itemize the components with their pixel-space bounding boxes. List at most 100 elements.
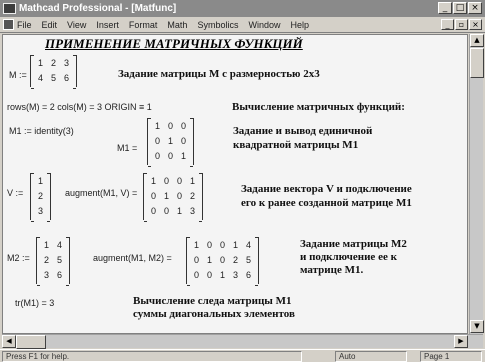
mathcad-app-icon[interactable] (3, 3, 16, 14)
matrix-augment-m1-m2[interactable]: 1 0 0 1 4 0 1 0 2 5 0 0 1 3 6 (186, 237, 259, 286)
matrix-cell: 1 (180, 151, 186, 161)
matrix-cell: 4 (245, 240, 251, 250)
matrix-cell: 1 (176, 206, 182, 216)
vertical-scrollbar[interactable]: ▲ ▼ (469, 34, 484, 334)
rows-cols-origin-expr[interactable]: rows(M) = 2 cols(M) = 3 ORIGIN ≡ 1 (7, 102, 152, 112)
doc-restore-button[interactable]: ▫ (455, 19, 468, 30)
menu-insert[interactable]: Insert (96, 20, 119, 30)
window-controls: _ □ × (438, 2, 482, 14)
block6-description-line1[interactable]: Вычисление следа матрицы M1 (133, 295, 292, 308)
matrix-cell: 1 (154, 121, 160, 131)
matrix-cell: 1 (167, 136, 173, 146)
matrix-cell: 1 (232, 240, 238, 250)
matrix-cell: 6 (56, 270, 62, 280)
close-button[interactable]: × (468, 2, 482, 14)
block6-description-line2[interactable]: суммы диагональных элементов (133, 308, 295, 321)
status-page-number: Page 1 (420, 351, 482, 362)
matrix-cell: 0 (176, 191, 182, 201)
matrix-cell: 0 (206, 270, 212, 280)
matrix-cell: 0 (163, 176, 169, 186)
matrix-cell: 1 (163, 191, 169, 201)
menu-edit[interactable]: Edit (42, 20, 58, 30)
block5-description-line3[interactable]: матрице M1. (300, 264, 363, 277)
menu-math[interactable]: Math (167, 20, 187, 30)
matrix-cell: 1 (189, 176, 195, 186)
vector-v[interactable]: 1 2 3 (30, 173, 51, 222)
matrix-cell: 0 (150, 191, 156, 201)
matrix-augment-m1-v[interactable]: 1 0 0 1 0 1 0 2 0 0 1 3 (143, 173, 203, 222)
trace-expr[interactable]: tr(M1) = 3 (15, 298, 54, 308)
document-controls: _ ▫ × (441, 19, 482, 30)
matrix-cell: 0 (154, 151, 160, 161)
menu-view[interactable]: View (67, 20, 86, 30)
menu-format[interactable]: Format (129, 20, 158, 30)
worksheet-canvas[interactable]: ПРИМЕНЕНИЕ МАТРИЧНЫХ ФУНКЦИЙ M := 1 2 3 … (2, 34, 468, 334)
menu-symbolics[interactable]: Symbolics (197, 20, 238, 30)
m2-definition-lhs[interactable]: M2 := (7, 253, 30, 263)
m1-output-lhs[interactable]: M1 = (117, 143, 137, 153)
block5-description-line1[interactable]: Задание матрицы M2 (300, 238, 407, 251)
document-icon[interactable] (3, 19, 14, 30)
matrix-cell: 0 (167, 151, 173, 161)
title-bar: Mathcad Professional - [Matfunc] _ □ × (0, 0, 485, 17)
block5-description-line2[interactable]: и подключение ее к (300, 251, 397, 264)
matrix-cell: 0 (167, 121, 173, 131)
matrix-cell: 1 (206, 255, 212, 265)
menu-window[interactable]: Window (248, 20, 280, 30)
augment-m1-m2-expr[interactable]: augment(M1, M2) = (93, 253, 172, 263)
horizontal-scroll-thumb[interactable] (16, 335, 46, 349)
augment-m1-v-expr[interactable]: augment(M1, V) = (65, 188, 137, 198)
matrix-cell: 1 (43, 240, 49, 250)
matrix-cell: 0 (154, 136, 160, 146)
matrix-cell: 1 (193, 240, 199, 250)
block4-description-line2[interactable]: его к ранее созданной матрице M1 (241, 197, 412, 210)
minimize-button[interactable]: _ (438, 2, 452, 14)
block3-description-line1[interactable]: Задание и вывод единичной (233, 125, 372, 138)
vector-cell: 2 (37, 191, 43, 201)
block2-description[interactable]: Вычисление матричных функций: (232, 101, 405, 114)
doc-close-button[interactable]: × (469, 19, 482, 30)
matrix-m1[interactable]: 1 0 0 0 1 0 0 0 1 (147, 118, 194, 167)
worksheet-heading[interactable]: ПРИМЕНЕНИЕ МАТРИЧНЫХ ФУНКЦИЙ (45, 36, 303, 52)
scroll-down-arrow-icon[interactable]: ▼ (470, 320, 484, 333)
matrix-cell: 0 (219, 255, 225, 265)
matrix-m[interactable]: 1 2 3 4 5 6 (30, 55, 77, 89)
scroll-left-arrow-icon[interactable]: ◀ (2, 335, 16, 348)
v-definition-lhs[interactable]: V := (7, 188, 23, 198)
m1-identity-expr[interactable]: M1 := identity(3) (9, 126, 74, 136)
window-title: Mathcad Professional - [Matfunc] (19, 3, 177, 14)
vertical-scroll-thumb[interactable] (470, 48, 484, 78)
horizontal-scrollbar[interactable]: ◀ ▶ (2, 334, 483, 349)
block1-description[interactable]: Задание матрицы M с размерностью 2x3 (118, 68, 320, 81)
status-help-text: Press F1 for help. (2, 351, 302, 362)
menu-bar: File Edit View Insert Format Math Symbol… (0, 17, 485, 33)
matrix-cell: 2 (189, 191, 195, 201)
matrix-cell: 1 (150, 176, 156, 186)
matrix-cell: 2 (232, 255, 238, 265)
status-calc-mode: Auto (335, 351, 407, 362)
menu-help[interactable]: Help (290, 20, 309, 30)
scroll-right-arrow-icon[interactable]: ▶ (454, 335, 468, 348)
matrix-m2[interactable]: 1 4 2 5 3 6 (36, 237, 70, 286)
matrix-cell: 0 (193, 255, 199, 265)
matrix-cell: 0 (176, 176, 182, 186)
matrix-cell: 5 (56, 255, 62, 265)
doc-minimize-button[interactable]: _ (441, 19, 454, 30)
matrix-cell: 4 (56, 240, 62, 250)
scroll-up-arrow-icon[interactable]: ▲ (470, 34, 484, 47)
matrix-cell: 3 (232, 270, 238, 280)
block4-description-line1[interactable]: Задание вектора V и подключение (241, 183, 412, 196)
matrix-cell: 0 (180, 136, 186, 146)
vector-cell: 1 (37, 176, 43, 186)
matrix-cell: 1 (37, 58, 43, 68)
matrix-cell: 5 (245, 255, 251, 265)
matrix-cell: 3 (189, 206, 195, 216)
matrix-cell: 3 (63, 58, 69, 68)
maximize-button[interactable]: □ (453, 2, 467, 14)
m-definition-lhs[interactable]: M := (9, 70, 27, 80)
block3-description-line2[interactable]: квадратной матрицы M1 (233, 139, 358, 152)
menu-file[interactable]: File (17, 20, 32, 30)
matrix-cell: 0 (206, 240, 212, 250)
matrix-cell: 2 (43, 255, 49, 265)
matrix-cell: 3 (43, 270, 49, 280)
